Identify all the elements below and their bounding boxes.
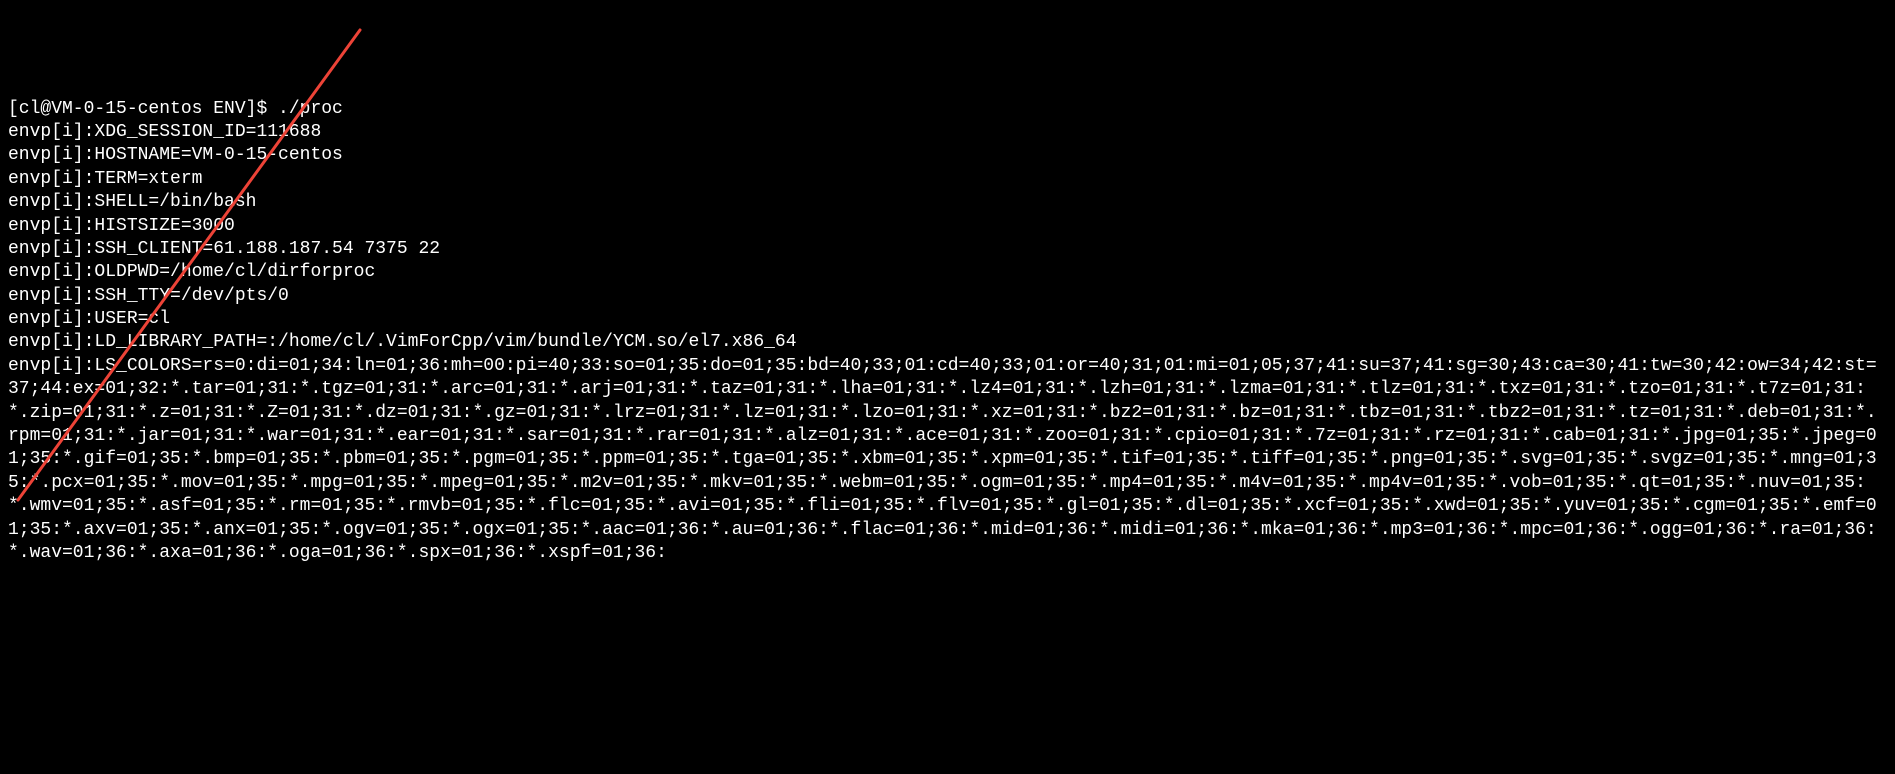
terminal-output[interactable]: [cl@VM-0-15-centos ENV]$ ./proc envp[i]:…: [8, 98, 1887, 566]
output-lines: envp[i]:XDG_SESSION_ID=111688 envp[i]:HO…: [8, 121, 1887, 565]
shell-prompt: [cl@VM-0-15-centos ENV]$: [8, 99, 278, 119]
command-text: ./proc: [278, 99, 343, 119]
